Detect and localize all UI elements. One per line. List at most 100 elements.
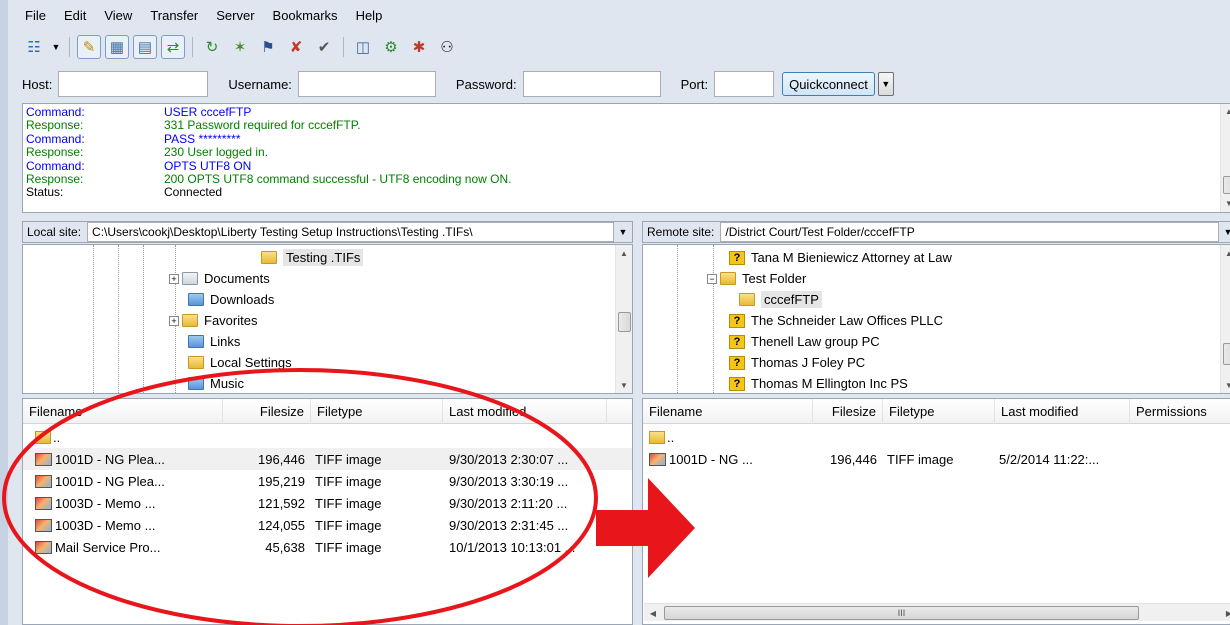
log-type: Command: bbox=[26, 131, 85, 146]
scroll-thumb[interactable] bbox=[618, 312, 631, 332]
dropdown-arrow-icon[interactable]: ▼ bbox=[50, 42, 62, 52]
scroll-down-icon[interactable]: ▼ bbox=[1221, 377, 1230, 393]
tree-item[interactable]: Music bbox=[188, 373, 244, 393]
file-row[interactable]: 1003D - Memo ... 121,592 TIFF image 9/30/20… bbox=[23, 492, 632, 514]
column-filename[interactable]: Filename bbox=[643, 399, 813, 424]
scroll-up-icon[interactable]: ▲ bbox=[1221, 104, 1230, 120]
tree-item[interactable]: ? Thenell Law group PC bbox=[729, 331, 880, 352]
hscroll-thumb[interactable]: III bbox=[664, 606, 1139, 620]
column-filename[interactable]: Filename bbox=[23, 399, 223, 424]
tree-item[interactable]: cccefFTP bbox=[739, 289, 822, 310]
local-file-list-header: Filename Filesize Filetype Last modified bbox=[23, 399, 632, 424]
parent-directory-row[interactable]: .. bbox=[643, 426, 1230, 448]
tree-item[interactable]: − Test Folder bbox=[707, 268, 806, 289]
scroll-up-icon[interactable]: ▲ bbox=[1221, 245, 1230, 261]
favorites-folder-icon bbox=[182, 314, 198, 327]
host-input[interactable] bbox=[58, 71, 209, 97]
log-scrollbar[interactable]: ▲ ▼ bbox=[1220, 104, 1230, 212]
menu-server[interactable]: Server bbox=[207, 6, 263, 28]
menu-transfer[interactable]: Transfer bbox=[141, 6, 207, 28]
refresh-icon[interactable]: ↻ bbox=[200, 35, 224, 59]
menu-file[interactable]: File bbox=[16, 6, 55, 28]
sync-browse-icon[interactable]: ✱ bbox=[407, 35, 431, 59]
remote-list-hscrollbar[interactable]: ◀ III ▶ bbox=[644, 603, 1230, 621]
column-permissions[interactable]: Permissions bbox=[1130, 399, 1230, 424]
tree-item[interactable]: Links bbox=[188, 331, 240, 352]
tree-item[interactable]: ? Thomas M Ellington Inc PS bbox=[729, 373, 908, 393]
expand-icon[interactable]: + bbox=[169, 273, 179, 284]
message-log: Command: USER cccefFTP Response: 331 Passwo… bbox=[22, 103, 1230, 213]
special-folder-icon bbox=[188, 377, 204, 390]
chevron-down-icon[interactable]: ▼ bbox=[614, 227, 632, 237]
toggle-local-tree-icon[interactable]: ▦ bbox=[105, 35, 129, 59]
tree-item[interactable]: Testing .TIFs bbox=[261, 247, 364, 268]
scroll-thumb[interactable] bbox=[1223, 176, 1230, 194]
search-icon[interactable]: ⚇ bbox=[435, 35, 459, 59]
toggle-log-icon[interactable]: ✎ bbox=[77, 35, 101, 59]
tree-item[interactable]: ? The Schneider Law Offices PLLC bbox=[729, 310, 943, 331]
tree-item[interactable]: + Documents bbox=[169, 268, 270, 289]
column-filetype[interactable]: Filetype bbox=[311, 399, 443, 424]
site-manager-icon[interactable]: ☷ bbox=[22, 35, 46, 59]
parent-directory-row[interactable]: .. bbox=[23, 426, 632, 448]
toggle-remote-tree-icon[interactable]: ▤ bbox=[133, 35, 157, 59]
tree-item[interactable]: ? Thomas J Foley PC bbox=[729, 352, 865, 373]
local-site-path[interactable]: C:\Users\cookj\Desktop\Liberty Testing S… bbox=[87, 222, 614, 242]
remote-site-path[interactable]: /District Court/Test Folder/cccefFTP bbox=[720, 222, 1219, 242]
scroll-thumb[interactable] bbox=[1223, 343, 1230, 365]
expand-icon[interactable]: + bbox=[169, 315, 179, 326]
menu-edit[interactable]: Edit bbox=[55, 6, 95, 28]
quickconnect-dropdown-icon[interactable]: ▼ bbox=[877, 72, 894, 96]
unknown-folder-icon: ? bbox=[729, 250, 745, 265]
tree-item[interactable]: Local Settings bbox=[188, 352, 292, 373]
log-row: Status: Connected bbox=[23, 185, 1230, 200]
menu-help[interactable]: Help bbox=[347, 6, 392, 28]
file-modified: 5/2/2014 11:22:... bbox=[999, 451, 1100, 467]
remote-site-bar: Remote site: /District Court/Test Folder… bbox=[642, 221, 1230, 243]
chevron-down-icon[interactable]: ▼ bbox=[1219, 227, 1230, 237]
local-tree-scrollbar[interactable]: ▲ ▼ bbox=[615, 245, 632, 393]
tree-item[interactable]: + Favorites bbox=[169, 310, 257, 331]
collapse-icon[interactable]: − bbox=[707, 273, 717, 284]
column-filetype[interactable]: Filetype bbox=[883, 399, 995, 424]
scroll-left-icon[interactable]: ◀ bbox=[646, 606, 660, 620]
disconnect-icon[interactable]: ✘ bbox=[284, 35, 308, 59]
filename-cell: 1003D - Memo ... bbox=[35, 492, 223, 514]
column-filesize[interactable]: Filesize bbox=[223, 399, 311, 424]
log-message: Connected bbox=[164, 185, 223, 200]
column-filesize[interactable]: Filesize bbox=[813, 399, 883, 424]
compare-icon[interactable]: ⚙ bbox=[379, 35, 403, 59]
file-row[interactable]: 1003D - Memo ... 124,055 TIFF image 9/30/20… bbox=[23, 514, 632, 536]
file-row[interactable]: 1001D - NG Plea... 195,219 TIFF image 9/30/… bbox=[23, 470, 632, 492]
scroll-down-icon[interactable]: ▼ bbox=[616, 377, 632, 393]
filename-cell: .. bbox=[649, 426, 813, 448]
scroll-up-icon[interactable]: ▲ bbox=[616, 245, 632, 261]
log-row: Command: USER cccefFTP bbox=[23, 105, 1230, 119]
scroll-right-icon[interactable]: ▶ bbox=[1222, 606, 1230, 620]
quickconnect-button[interactable]: Quickconnect bbox=[782, 72, 875, 96]
reconnect-icon[interactable]: ✔ bbox=[312, 35, 336, 59]
column-last-modified[interactable]: Last modified bbox=[995, 399, 1130, 424]
column-last-modified[interactable]: Last modified bbox=[443, 399, 607, 424]
file-row[interactable]: 1001D - NG Plea... 196,446 TIFF image 9/30/… bbox=[23, 448, 632, 470]
toggle-queue-icon[interactable]: ⇄ bbox=[161, 35, 185, 59]
directory-filter-icon[interactable]: ◫ bbox=[351, 35, 375, 59]
tree-item[interactable]: ? Tana M Bieniewicz Attorney at Law bbox=[729, 247, 952, 268]
scroll-down-icon[interactable]: ▼ bbox=[1221, 196, 1230, 212]
password-input[interactable] bbox=[522, 71, 661, 97]
username-input[interactable] bbox=[297, 71, 436, 97]
file-name: Mail Service Pro... bbox=[55, 539, 161, 555]
remote-tree-scrollbar[interactable]: ▲ ▼ bbox=[1220, 245, 1230, 393]
tree-item[interactable]: Downloads bbox=[188, 289, 274, 310]
process-queue-icon[interactable]: ✶ bbox=[228, 35, 252, 59]
menu-bookmarks[interactable]: Bookmarks bbox=[264, 6, 347, 28]
port-input[interactable] bbox=[714, 71, 775, 97]
tree-item-label: Thomas J Foley PC bbox=[751, 355, 866, 370]
file-row[interactable]: Mail Service Pro... 45,638 TIFF image 10/1/… bbox=[23, 536, 632, 558]
toolbar-separator bbox=[69, 37, 70, 57]
log-row: Command: OPTS UTF8 ON bbox=[23, 159, 1230, 173]
file-row[interactable]: 1001D - NG ... 196,446 TIFF image 5/2/2014 … bbox=[643, 448, 1230, 470]
cancel-icon[interactable]: ⚑ bbox=[256, 35, 280, 59]
log-message: 230 User logged in. bbox=[164, 145, 269, 160]
menu-view[interactable]: View bbox=[95, 6, 141, 28]
